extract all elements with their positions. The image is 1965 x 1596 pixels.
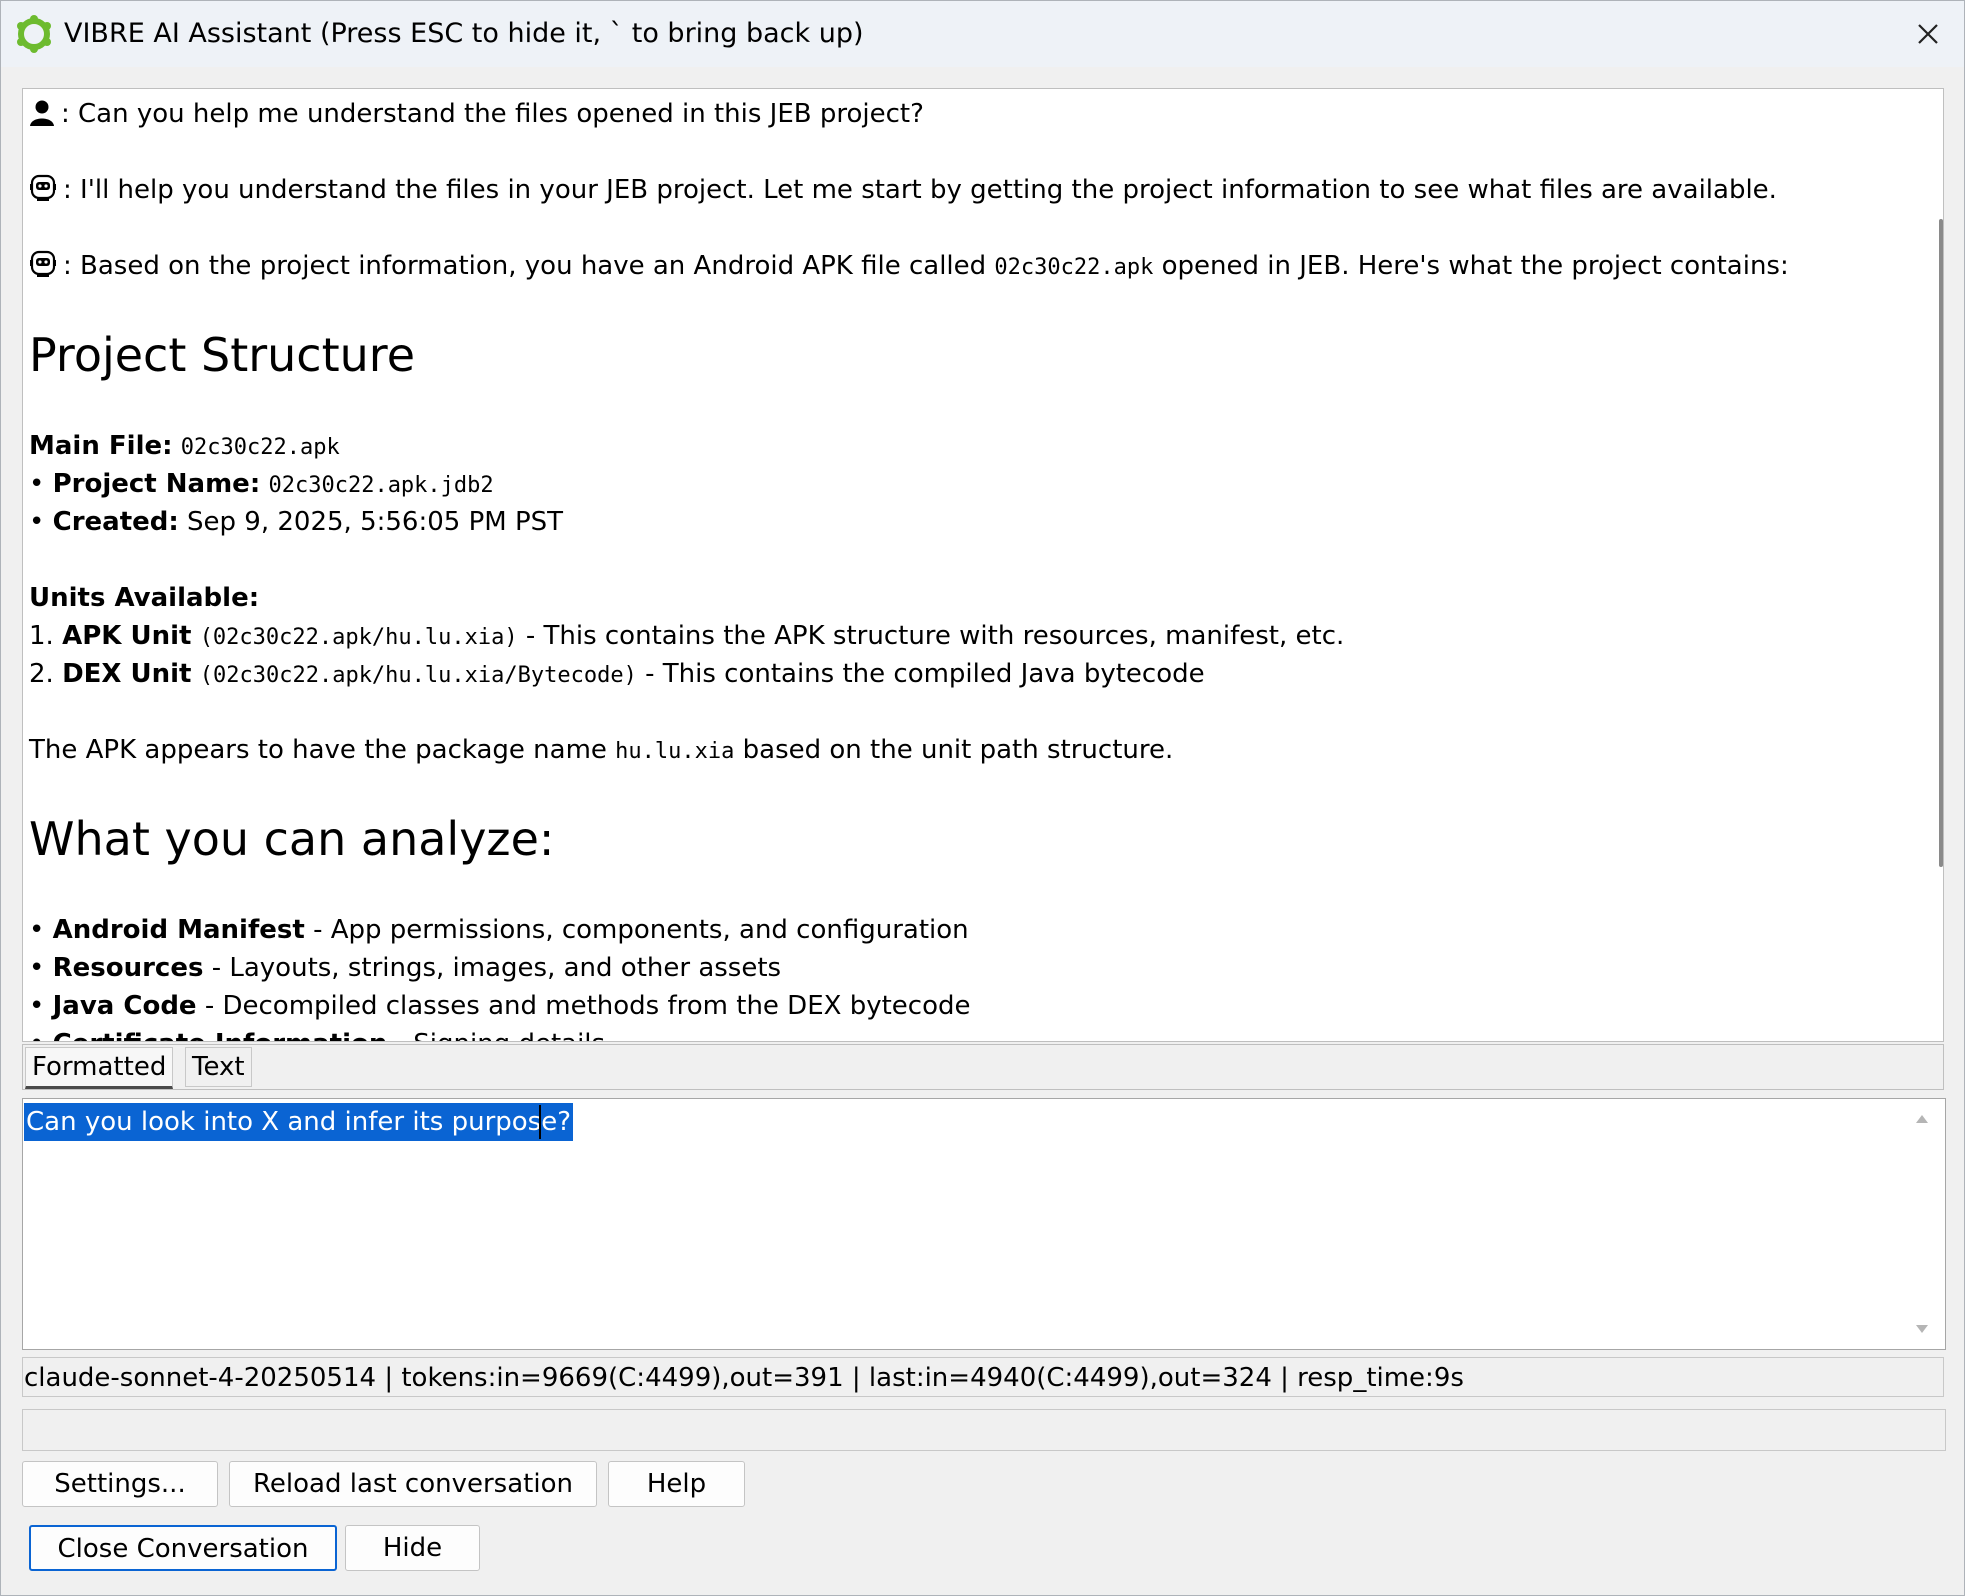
assistant-message-text: : I'll help you understand the files in … xyxy=(63,175,1777,205)
window-title: VIBRE AI Assistant (Press ESC to hide it… xyxy=(64,18,864,49)
project-name-label: Project Name: xyxy=(52,469,261,499)
analyze-label: Android Manifest xyxy=(52,915,305,945)
robot-icon xyxy=(30,174,56,201)
help-button[interactable]: Help xyxy=(608,1461,745,1507)
user-message: : Can you help me understand the files o… xyxy=(29,95,924,133)
project-name-line: • Project Name: 02c30c22.apk.jdb2 xyxy=(29,465,494,505)
analyze-item-partial: • Certificate Information - Signing deta… xyxy=(29,1025,605,1041)
info-field xyxy=(22,1409,1946,1451)
package-line: The APK appears to have the package name… xyxy=(29,731,1173,771)
project-name-value: 02c30c22.apk.jdb2 xyxy=(268,473,494,498)
package-text: based on the unit path structure. xyxy=(734,735,1174,765)
analyze-label: Java Code xyxy=(52,991,197,1021)
title-bar: VIBRE AI Assistant (Press ESC to hide it… xyxy=(1,1,1964,67)
bullet: • xyxy=(29,1029,44,1041)
scroll-down-arrow-icon[interactable] xyxy=(1915,1323,1929,1335)
unit-desc: - This contains the APK structure with r… xyxy=(517,621,1345,651)
created-line: • Created: Sep 9, 2025, 5:56:05 PM PST xyxy=(29,503,563,541)
package-text: The APK appears to have the package name xyxy=(29,735,616,765)
unit-label: APK Unit xyxy=(62,621,192,651)
analyze-desc: - Signing details xyxy=(387,1029,605,1041)
bullet: • xyxy=(29,469,45,499)
assistant-message-text: opened in JEB. Here's what the project c… xyxy=(1153,251,1789,281)
package-code: hu.lu.xia xyxy=(615,739,735,764)
units-heading: Units Available: xyxy=(29,579,259,617)
scroll-up-arrow-icon[interactable] xyxy=(1915,1113,1929,1125)
bullet: • xyxy=(29,953,45,983)
heading-what-you-can-analyze: What you can analyze: xyxy=(29,812,555,866)
assistant-message: : Based on the project information, you … xyxy=(29,247,1789,287)
prompt-input[interactable]: Can you look into X and infer its purpos… xyxy=(22,1098,1946,1350)
bullet: • xyxy=(29,915,45,945)
tab-formatted[interactable]: Formatted xyxy=(25,1047,174,1089)
list-number: 1. xyxy=(29,621,54,651)
status-bar: claude-sonnet-4-20250514 | tokens:in=966… xyxy=(22,1357,1944,1397)
unit-item-dex: 2. DEX Unit (02c30c22.apk/hu.lu.xia/Byte… xyxy=(29,655,1205,695)
conversation-scrollbar[interactable] xyxy=(1939,219,1943,867)
heading-project-structure: Project Structure xyxy=(29,328,415,382)
vibre-logo-icon xyxy=(17,15,51,53)
unit-item-apk: 1. APK Unit (02c30c22.apk/hu.lu.xia) - T… xyxy=(29,617,1344,657)
inline-code: 02c30c22.apk xyxy=(994,255,1154,280)
hide-button[interactable]: Hide xyxy=(345,1525,480,1571)
unit-label: DEX Unit xyxy=(62,659,192,689)
list-number: 2. xyxy=(29,659,54,689)
bullet: • xyxy=(29,507,45,537)
analyze-label: Resources xyxy=(52,953,204,983)
analyze-item: • Android Manifest - App permissions, co… xyxy=(29,911,969,949)
unit-path: (02c30c22.apk/hu.lu.xia/Bytecode) xyxy=(199,663,637,688)
status-text: claude-sonnet-4-20250514 | tokens:in=966… xyxy=(24,1363,1464,1393)
reload-last-conversation-button[interactable]: Reload last conversation xyxy=(229,1461,597,1507)
analyze-desc: - Layouts, strings, images, and other as… xyxy=(203,953,782,983)
user-icon xyxy=(30,100,54,126)
text-caret xyxy=(539,1105,541,1139)
main-file-value: 02c30c22.apk xyxy=(180,435,340,460)
close-conversation-button[interactable]: Close Conversation xyxy=(29,1525,337,1571)
assistant-message-text: : Based on the project information, you … xyxy=(63,251,995,281)
user-message-text: : Can you help me understand the files o… xyxy=(61,99,924,129)
robot-icon xyxy=(30,250,56,277)
unit-desc: - This contains the compiled Java byteco… xyxy=(636,659,1205,689)
assistant-message: : I'll help you understand the files in … xyxy=(29,171,1777,209)
analyze-desc: - Decompiled classes and methods from th… xyxy=(196,991,971,1021)
analyze-label: Certificate Information xyxy=(53,1029,388,1041)
close-icon[interactable] xyxy=(1909,15,1947,53)
created-label: Created: xyxy=(52,507,179,537)
bullet: • xyxy=(29,991,45,1021)
prompt-input-text[interactable]: Can you look into X and infer its purpos… xyxy=(24,1103,574,1141)
main-file-label: Main File: xyxy=(29,431,173,461)
tab-text[interactable]: Text xyxy=(185,1047,252,1087)
view-tabs: Formatted Text xyxy=(22,1044,1944,1090)
units-label: Units Available: xyxy=(29,583,260,613)
settings-button[interactable]: Settings... xyxy=(22,1461,218,1507)
main-file-line: Main File: 02c30c22.apk xyxy=(29,427,340,467)
unit-path: (02c30c22.apk/hu.lu.xia) xyxy=(199,625,518,650)
created-value: Sep 9, 2025, 5:56:05 PM PST xyxy=(187,507,564,537)
analyze-desc: - App permissions, components, and confi… xyxy=(304,915,969,945)
analyze-item: • Java Code - Decompiled classes and met… xyxy=(29,987,971,1025)
analyze-item: • Resources - Layouts, strings, images, … xyxy=(29,949,781,987)
conversation-view[interactable]: : Can you help me understand the files o… xyxy=(22,88,1944,1042)
assistant-window: VIBRE AI Assistant (Press ESC to hide it… xyxy=(0,0,1965,1596)
